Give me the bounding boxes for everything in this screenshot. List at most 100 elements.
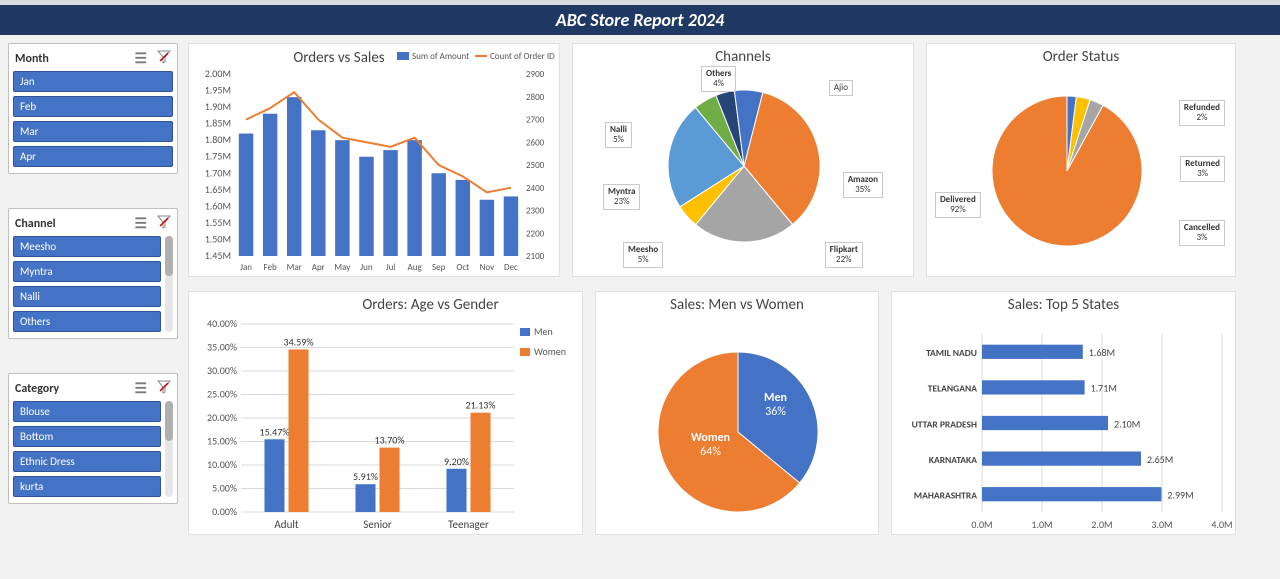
- svg-text:May: May: [334, 262, 351, 273]
- callout: Others4%: [701, 66, 736, 92]
- svg-text:9.20%: 9.20%: [444, 455, 469, 468]
- scrollbar[interactable]: [165, 401, 173, 497]
- svg-text:0.0M: 0.0M: [971, 518, 992, 531]
- clear-filter-icon[interactable]: [157, 215, 171, 232]
- svg-text:2700: 2700: [526, 115, 545, 126]
- slicer-item-others[interactable]: Others: [13, 311, 161, 332]
- svg-text:2400: 2400: [526, 183, 545, 194]
- svg-text:1.75M: 1.75M: [205, 150, 231, 163]
- slice-label: Men36%: [764, 392, 787, 420]
- slicer-item-feb[interactable]: Feb: [13, 96, 173, 117]
- slicer-item-myntra[interactable]: Myntra: [13, 261, 161, 282]
- svg-text:Jul: Jul: [386, 262, 396, 273]
- svg-text:UTTAR PRADESH: UTTAR PRADESH: [912, 418, 977, 430]
- chart-title: Sales: Top 5 States: [892, 292, 1235, 314]
- svg-text:2600: 2600: [526, 137, 545, 148]
- svg-text:10.00%: 10.00%: [207, 458, 237, 471]
- slicer-item-meesho[interactable]: Meesho: [13, 236, 161, 257]
- callout: Delivered92%: [935, 192, 981, 218]
- callout: Amazon35%: [843, 172, 883, 198]
- chart-channels: Channels Others4% Ajio Nalli5% Amazon35%…: [572, 43, 914, 277]
- slicer-item-mar[interactable]: Mar: [13, 121, 173, 142]
- chart-top-states: Sales: Top 5 States 0.0M1.0M2.0M3.0M4.0M…: [891, 291, 1236, 535]
- svg-text:1.90M: 1.90M: [205, 100, 231, 113]
- svg-text:1.50M: 1.50M: [205, 232, 231, 245]
- svg-text:40.00%: 40.00%: [207, 317, 237, 330]
- slicer-channel[interactable]: Channel ☰ Meesho Myntra Nalli Others: [8, 208, 178, 339]
- callout: Myntra23%: [603, 184, 640, 210]
- svg-text:1.60M: 1.60M: [205, 199, 231, 212]
- svg-text:1.65M: 1.65M: [205, 183, 231, 196]
- svg-text:Women: Women: [534, 345, 566, 358]
- slicer-item-nalli[interactable]: Nalli: [13, 286, 161, 307]
- svg-text:1.85M: 1.85M: [205, 117, 231, 130]
- svg-text:5.91%: 5.91%: [353, 470, 378, 483]
- svg-text:3.0M: 3.0M: [1151, 518, 1172, 531]
- svg-text:1.95M: 1.95M: [205, 84, 231, 97]
- svg-text:Feb: Feb: [264, 262, 277, 273]
- svg-text:13.70%: 13.70%: [375, 434, 405, 447]
- svg-text:0.00%: 0.00%: [212, 505, 237, 518]
- svg-text:25.00%: 25.00%: [207, 388, 237, 401]
- slicer-month[interactable]: Month ☰ Jan Feb Mar Apr: [8, 43, 178, 174]
- callout: Refunded2%: [1179, 100, 1225, 126]
- callout: Meesho5%: [623, 242, 663, 268]
- svg-text:2900: 2900: [526, 69, 545, 80]
- slicer-category[interactable]: Category ☰ Blouse Bottom Ethnic Dress ku…: [8, 373, 178, 504]
- svg-text:TAMIL NADU: TAMIL NADU: [926, 347, 977, 359]
- slicer-item-bottom[interactable]: Bottom: [13, 426, 161, 447]
- svg-text:1.71M: 1.71M: [1091, 382, 1117, 395]
- svg-text:2.99M: 2.99M: [1167, 488, 1193, 501]
- svg-text:Dec: Dec: [504, 262, 518, 273]
- svg-text:MAHARASHTRA: MAHARASHTRA: [914, 489, 977, 501]
- callout: Flipkart22%: [825, 242, 863, 268]
- svg-text:Adult: Adult: [274, 518, 298, 531]
- slicer-item-ethnic[interactable]: Ethnic Dress: [13, 451, 161, 472]
- slicer-item-kurta[interactable]: kurta: [13, 476, 161, 497]
- svg-text:1.68M: 1.68M: [1089, 346, 1115, 359]
- svg-text:Sum of Amount: Sum of Amount: [412, 51, 469, 62]
- chart-age-gender: Orders: Age vs Gender 0.00%5.00%10.00%15…: [188, 291, 583, 535]
- slicer-item-apr[interactable]: Apr: [13, 146, 173, 167]
- scrollbar[interactable]: [165, 236, 173, 332]
- clear-filter-icon[interactable]: [157, 380, 171, 397]
- callout: Returned3%: [1180, 156, 1225, 182]
- svg-text:Men: Men: [534, 325, 553, 338]
- svg-text:34.59%: 34.59%: [284, 335, 314, 348]
- svg-text:2.00M: 2.00M: [205, 67, 231, 80]
- svg-text:20.00%: 20.00%: [207, 411, 237, 424]
- callout: Ajio: [829, 80, 853, 96]
- multiselect-icon[interactable]: ☰: [134, 50, 147, 67]
- svg-text:Jun: Jun: [360, 262, 373, 273]
- svg-text:Orders vs Sales: Orders vs Sales: [293, 49, 384, 67]
- svg-text:Oct: Oct: [456, 262, 469, 273]
- svg-text:2100: 2100: [526, 251, 545, 262]
- svg-text:Apr: Apr: [312, 262, 325, 273]
- slice-label: Women64%: [691, 432, 730, 460]
- slicer-item-jan[interactable]: Jan: [13, 71, 173, 92]
- svg-text:21.13%: 21.13%: [466, 399, 496, 412]
- slicer-item-blouse[interactable]: Blouse: [13, 401, 161, 422]
- svg-text:1.0M: 1.0M: [1031, 518, 1052, 531]
- multiselect-icon[interactable]: ☰: [134, 380, 147, 397]
- svg-text:1.80M: 1.80M: [205, 133, 231, 146]
- svg-text:2300: 2300: [526, 206, 545, 217]
- svg-text:2500: 2500: [526, 160, 545, 171]
- chart-order-status: Order Status Refunded2% Returned3% Cance…: [926, 43, 1236, 277]
- svg-text:2.65M: 2.65M: [1147, 453, 1173, 466]
- chart-men-women: Sales: Men vs Women Men36% Women64%: [595, 291, 879, 535]
- svg-text:2200: 2200: [526, 228, 545, 239]
- slicer-title: Category: [15, 382, 59, 396]
- slicer-panel: Month ☰ Jan Feb Mar Apr Channel: [8, 43, 178, 535]
- svg-text:KARNATAKA: KARNATAKA: [929, 454, 977, 466]
- svg-text:TELANGANA: TELANGANA: [928, 383, 977, 395]
- clear-filter-icon[interactable]: [157, 50, 171, 67]
- multiselect-icon[interactable]: ☰: [134, 215, 147, 232]
- svg-text:2.0M: 2.0M: [1091, 518, 1112, 531]
- page-title: ABC Store Report 2024: [0, 5, 1280, 35]
- slicer-title: Channel: [15, 217, 56, 231]
- svg-text:35.00%: 35.00%: [207, 341, 237, 354]
- svg-text:15.47%: 15.47%: [260, 425, 290, 438]
- svg-text:Senior: Senior: [363, 518, 392, 531]
- svg-text:Aug: Aug: [408, 262, 423, 273]
